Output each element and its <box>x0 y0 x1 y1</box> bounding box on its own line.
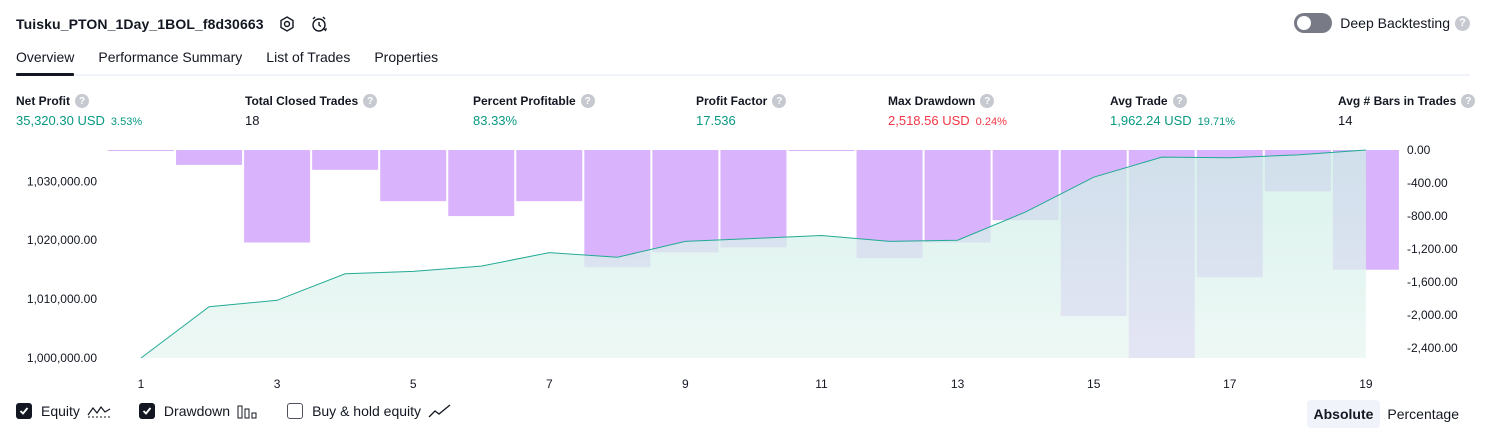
legend-drawdown-label: Drawdown <box>163 403 231 419</box>
metric-avg-bars-in-trades: Avg # Bars in Trades? 14 <box>1338 93 1476 128</box>
help-icon[interactable]: ? <box>1172 94 1187 108</box>
chart-legend: Equity Drawdown Buy & hold equity <box>16 403 480 419</box>
drawdown-bar[interactable] <box>176 150 243 165</box>
metric-net-profit: Net Profit? 35,320.30 USD 3.53% <box>16 93 142 128</box>
help-icon[interactable]: ? <box>363 94 378 108</box>
deep-backtesting-label: Deep Backtesting <box>1340 15 1450 31</box>
metric-label: Total Closed Trades <box>245 94 359 108</box>
metric-value: 1,962.24 USD <box>1110 113 1192 128</box>
report-tabs: Overview Performance Summary List of Tra… <box>16 48 1470 76</box>
metric-value: 2,518.56 USD <box>888 113 970 128</box>
value-mode-switch: Absolute Percentage <box>1306 400 1467 428</box>
legend-buy-hold-label: Buy & hold equity <box>312 403 422 419</box>
drawdown-bar[interactable] <box>788 150 855 151</box>
legend-equity[interactable]: Equity <box>16 403 111 419</box>
drawdown-bar[interactable] <box>244 150 311 243</box>
metric-percent: 3.53% <box>110 116 143 128</box>
metric-label: Net Profit <box>16 94 70 108</box>
legend-equity-label: Equity <box>41 403 80 419</box>
x-axis-tick-label: 19 <box>1359 377 1373 391</box>
deep-backtesting-toggle[interactable] <box>1294 13 1333 33</box>
settings-icon[interactable] <box>278 15 296 33</box>
drawdown-bar[interactable] <box>108 150 174 151</box>
drawdown-bars-icon <box>237 403 259 419</box>
drawdown-checkbox[interactable] <box>138 403 155 419</box>
strategy-title: Tuisku_PTON_1Day_1BOL_f8d30663 <box>16 16 264 32</box>
left-axis-tick-label: 1,030,000.00 <box>27 174 97 188</box>
tab-performance-summary[interactable]: Performance Summary <box>98 48 242 74</box>
drawdown-bar[interactable] <box>584 150 651 268</box>
metric-max-drawdown: Max Drawdown? 2,518.56 USD 0.24% <box>888 93 1007 128</box>
right-axis-tick-label: -1,200.00 <box>1407 242 1458 256</box>
tab-properties[interactable]: Properties <box>374 48 438 74</box>
x-axis-tick-label: 1 <box>138 377 145 391</box>
drawdown-bar[interactable] <box>448 150 515 217</box>
metric-label: Max Drawdown <box>888 94 976 108</box>
alarm-clock-icon[interactable] <box>310 15 328 33</box>
x-axis-tick-label: 7 <box>546 377 553 391</box>
x-axis-tick-label: 5 <box>410 377 417 391</box>
drawdown-bar[interactable] <box>652 150 719 253</box>
percentage-button[interactable]: Percentage <box>1380 400 1466 428</box>
toggle-knob <box>1297 16 1312 30</box>
x-axis-tick-label: 17 <box>1223 377 1237 391</box>
drawdown-bar[interactable] <box>516 150 583 202</box>
metric-percent: 0.24% <box>975 116 1007 128</box>
x-axis-tick-label: 3 <box>274 377 281 391</box>
drawdown-bar[interactable] <box>924 150 991 243</box>
metric-value: 14 <box>1338 113 1353 128</box>
metric-value: 17.536 <box>696 113 736 128</box>
absolute-button[interactable]: Absolute <box>1306 400 1381 428</box>
help-icon[interactable]: ? <box>1461 94 1476 108</box>
metric-value: 18 <box>245 113 260 128</box>
right-axis-tick-label: -800.00 <box>1407 209 1448 223</box>
metric-total-closed-trades: Total Closed Trades? 18 <box>245 93 378 128</box>
x-axis-tick-label: 9 <box>682 377 689 391</box>
deep-backtesting: Deep Backtesting ? <box>1294 13 1470 33</box>
metric-avg-trade: Avg Trade? 1,962.24 USD 19.71% <box>1110 93 1235 128</box>
drawdown-bar[interactable] <box>380 150 447 202</box>
help-icon[interactable]: ? <box>75 94 89 108</box>
help-icon[interactable]: ? <box>1455 15 1470 31</box>
help-icon[interactable]: ? <box>980 94 995 108</box>
metric-label: Avg Trade <box>1110 94 1168 108</box>
left-axis-tick-label: 1,000,000.00 <box>27 351 97 365</box>
right-axis-tick-label: -2,400.00 <box>1407 341 1458 355</box>
metric-value: 35,320.30 USD <box>16 113 105 128</box>
equity-line-icon <box>87 403 111 419</box>
metric-label: Percent Profitable <box>473 94 576 108</box>
equity-checkbox[interactable] <box>16 403 32 419</box>
metric-value: 83.33% <box>473 113 518 128</box>
right-axis-tick-label: -400.00 <box>1407 176 1448 190</box>
help-icon[interactable]: ? <box>772 94 787 108</box>
right-axis-tick-label: 0.00 <box>1407 143 1431 157</box>
equity-drawdown-chart: 1,000,000.00 1,010,000.00 1,020,000.00 1,03… <box>27 143 1458 391</box>
drawdown-bar[interactable] <box>312 150 379 170</box>
buy-hold-line-icon <box>428 403 452 419</box>
metric-label: Avg # Bars in Trades <box>1338 94 1457 108</box>
x-axis-tick-label: 13 <box>951 377 965 391</box>
left-axis-tick-label: 1,020,000.00 <box>27 233 97 247</box>
legend-buy-hold[interactable]: Buy & hold equity <box>287 403 452 419</box>
metric-label: Profit Factor <box>696 94 768 108</box>
metric-percent: 19.71% <box>1197 116 1235 128</box>
tab-overview[interactable]: Overview <box>16 48 75 76</box>
metric-profit-factor: Profit Factor? 17.536 <box>696 93 787 128</box>
right-axis-tick-label: -2,000.00 <box>1407 308 1458 322</box>
help-icon[interactable]: ? <box>580 94 595 108</box>
right-axis-tick-label: -1,600.00 <box>1407 275 1458 289</box>
legend-drawdown[interactable]: Drawdown <box>138 403 259 419</box>
x-axis-tick-label: 11 <box>815 377 828 391</box>
left-axis-tick-label: 1,010,000.00 <box>27 292 97 306</box>
tab-list-of-trades[interactable]: List of Trades <box>266 48 350 74</box>
x-axis-tick-label: 15 <box>1087 377 1101 391</box>
report-header: Tuisku_PTON_1Day_1BOL_f8d30663 <box>16 12 328 36</box>
metric-percent-profitable: Percent Profitable? 83.33% <box>473 93 595 128</box>
drawdown-bar[interactable] <box>720 150 787 248</box>
buy-hold-checkbox[interactable] <box>287 403 304 419</box>
